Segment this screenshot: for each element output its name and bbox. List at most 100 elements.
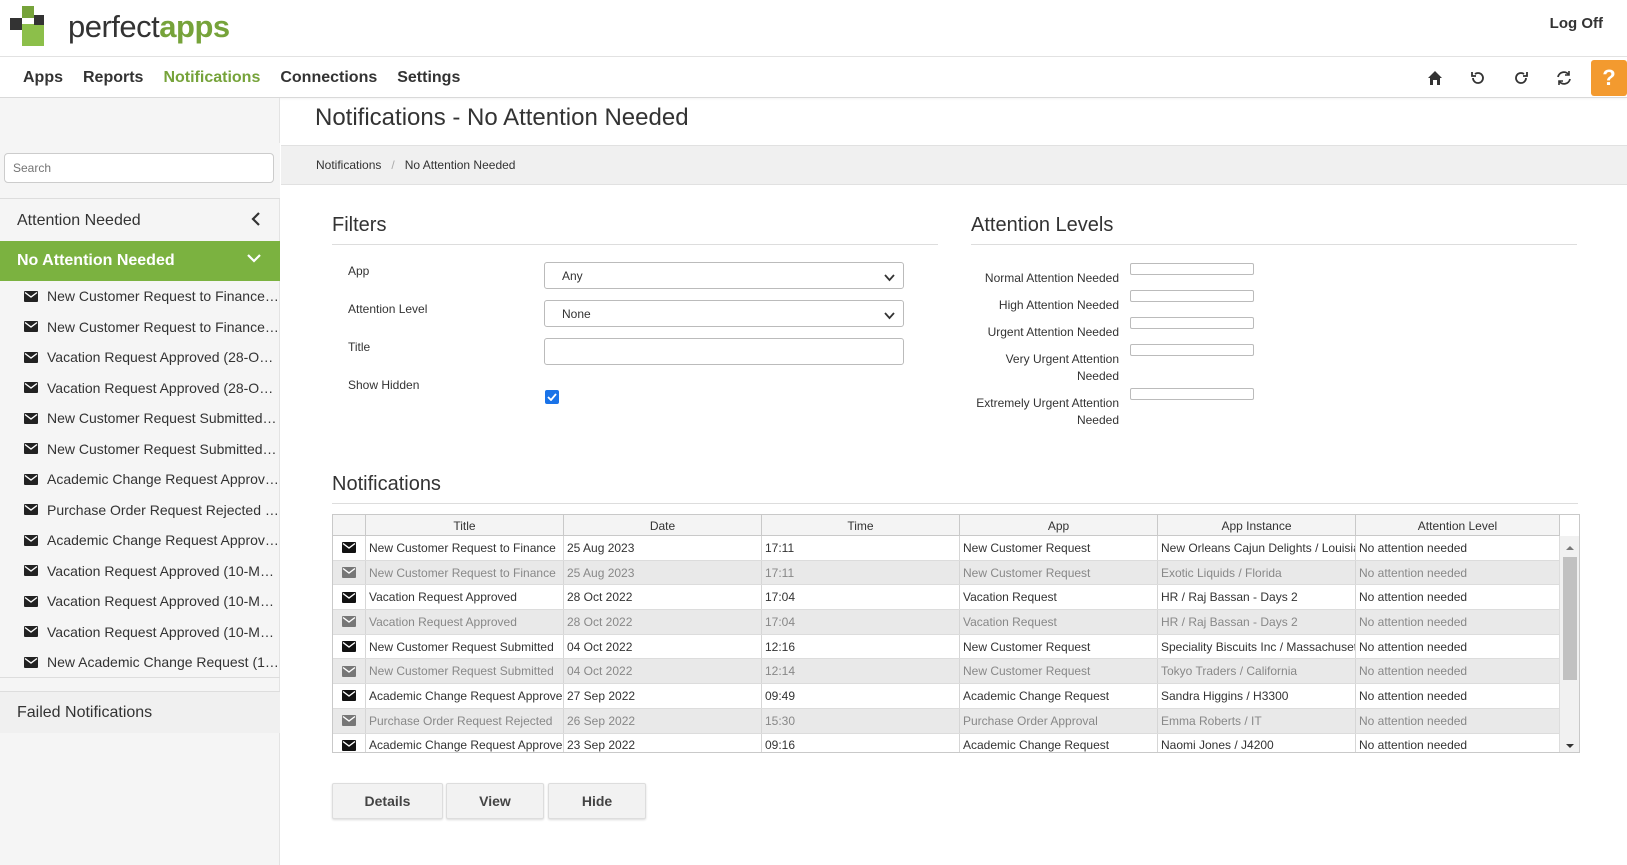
home-icon[interactable]: [1413, 57, 1456, 98]
sidebar-notification-item[interactable]: Vacation Request Approved (10-May-2022): [0, 586, 280, 617]
breadcrumb-separator: /: [391, 158, 395, 172]
column-header[interactable]: App Instance: [1158, 515, 1356, 536]
column-header[interactable]: Title: [366, 515, 564, 536]
cell-instance: Tokyo Traders / California: [1158, 659, 1356, 684]
cell-instance: Exotic Liquids / Florida: [1158, 560, 1356, 585]
table-row[interactable]: Vacation Request Approved 28 Oct 2022 17:0…: [333, 585, 1560, 611]
breadcrumb-current: No Attention Needed: [404, 158, 516, 172]
sidebar-notification-item[interactable]: Vacation Request Approved (28-Oct-2022 1…: [0, 373, 280, 404]
show-hidden-label: Show Hidden: [348, 378, 420, 392]
nav-notifications[interactable]: Notifications: [153, 69, 270, 87]
sidebar-notification-item[interactable]: Academic Change Request Approved (23-Sep…: [0, 525, 280, 556]
cell-title: Purchase Order Request Rejected: [366, 708, 564, 733]
cell-app: Academic Change Request: [960, 684, 1158, 708]
attention-level-label: Normal Attention Needed: [984, 271, 1119, 285]
table-row[interactable]: New Customer Request to Finance 25 Aug 20…: [333, 536, 1560, 561]
sidebar-notification-item[interactable]: New Customer Request Submitted (4-Oct-20…: [0, 434, 280, 465]
cell-title: New Customer Request to Finance: [366, 536, 564, 560]
perfectapps-logo[interactable]: perfectapps: [10, 6, 230, 52]
sidebar-notification-item[interactable]: New Customer Request to Finance (25-Aug-…: [0, 312, 280, 343]
column-header[interactable]: Attention Level: [1356, 515, 1560, 536]
table-row[interactable]: Academic Change Request Approved 27 Sep 2…: [333, 684, 1560, 709]
attention-level-color-bar[interactable]: [1130, 263, 1254, 275]
nav-reports[interactable]: Reports: [73, 69, 153, 87]
cell-date: 28 Oct 2022: [564, 585, 762, 610]
envelope-icon: [24, 626, 38, 638]
column-header[interactable]: Date: [564, 515, 762, 536]
attention-level-label: Extremely Urgent Attention Needed: [976, 396, 1119, 427]
sidebar-notification-item[interactable]: Vacation Request Approved (10-May-2022): [0, 556, 280, 587]
title-filter-input[interactable]: [544, 338, 904, 365]
sidebar-notification-label: New Academic Change Request (15-Feb-2022…: [47, 654, 280, 671]
sidebar-notification-label: Vacation Request Approved (10-May-2022): [47, 562, 280, 579]
undo-icon[interactable]: [1456, 57, 1499, 98]
envelope-icon: [24, 443, 38, 455]
details-button[interactable]: Details: [332, 783, 443, 819]
show-hidden-checkbox[interactable]: [545, 390, 559, 404]
sidebar-notification-item[interactable]: New Customer Request to Finance (25-Aug-…: [0, 281, 280, 312]
scroll-up-arrow-icon[interactable]: [1565, 540, 1575, 550]
sidebar-no-attention-needed[interactable]: No Attention Needed: [0, 241, 280, 281]
attention-level-color-bar[interactable]: [1130, 388, 1254, 400]
sidebar-failed-notifications[interactable]: Failed Notifications: [0, 691, 280, 733]
logo-mark-icon: [10, 6, 60, 52]
sidebar-attention-needed[interactable]: Attention Needed: [0, 201, 280, 241]
table-header: Title Date Time App App Instance Attention Le…: [333, 515, 1560, 536]
column-header[interactable]: App: [960, 515, 1158, 536]
cell-title: New Customer Request Submitted: [366, 634, 564, 659]
sidebar-notification-item[interactable]: New Academic Change Request (15-Feb-2022…: [0, 647, 280, 677]
sidebar-notification-label: Vacation Request Approved (10-May-2022): [47, 593, 280, 610]
attention-level-color-bar[interactable]: [1130, 317, 1254, 329]
cell-time: 17:11: [762, 536, 960, 560]
envelope-icon: [333, 659, 366, 684]
cell-time: 12:16: [762, 634, 960, 659]
envelope-icon: [24, 382, 38, 394]
nav-connections[interactable]: Connections: [270, 69, 387, 87]
title-filter-label: Title: [348, 340, 371, 354]
table-row[interactable]: Vacation Request Approved 28 Oct 2022 17:0…: [333, 610, 1560, 635]
cell-app: Purchase Order Approval: [960, 708, 1158, 733]
cell-level: No attention needed: [1356, 536, 1560, 560]
breadcrumb-notifications[interactable]: Notifications: [316, 158, 381, 172]
attention-level-filter-select[interactable]: None: [544, 300, 904, 327]
attention-level-color-bar[interactable]: [1130, 344, 1254, 356]
help-button[interactable]: ?: [1591, 59, 1627, 96]
sidebar-notification-item[interactable]: Purchase Order Request Rejected (26-Sep-…: [0, 495, 280, 526]
breadcrumb: Notifications / No Attention Needed: [281, 145, 1627, 185]
table-scrollbar[interactable]: [1559, 536, 1579, 752]
column-header[interactable]: [333, 515, 366, 536]
table-row[interactable]: New Customer Request to Finance 25 Aug 20…: [333, 560, 1560, 586]
scrollbar-thumb[interactable]: [1563, 557, 1577, 680]
envelope-icon: [24, 504, 38, 516]
envelope-icon: [333, 585, 366, 610]
table-row[interactable]: Purchase Order Request Rejected 26 Sep 20…: [333, 708, 1560, 734]
scroll-down-arrow-icon[interactable]: [1565, 738, 1575, 748]
logo-text: perfectapps: [68, 9, 230, 44]
table-row[interactable]: Academic Change Request Approved 23 Sep 2…: [333, 733, 1560, 752]
attention-level-label: Urgent Attention Needed: [987, 325, 1119, 339]
cell-app: Academic Change Request: [960, 733, 1158, 752]
log-off-link[interactable]: Log Off: [1550, 15, 1603, 32]
sidebar-notification-label: Vacation Request Approved (10-May-2022): [47, 623, 280, 640]
cell-date: 04 Oct 2022: [564, 659, 762, 684]
nav-apps[interactable]: Apps: [13, 69, 73, 87]
table-row[interactable]: New Customer Request Submitted 04 Oct 202…: [333, 634, 1560, 660]
nav-settings[interactable]: Settings: [387, 69, 470, 87]
attention-level-color-bar[interactable]: [1130, 290, 1254, 302]
cell-date: 26 Sep 2022: [564, 708, 762, 733]
cell-title: New Customer Request to Finance: [366, 560, 564, 585]
search-input[interactable]: [4, 153, 274, 183]
refresh-icon[interactable]: [1542, 57, 1585, 98]
cell-title: Academic Change Request Approved: [366, 733, 564, 752]
table-row[interactable]: New Customer Request Submitted 04 Oct 202…: [333, 659, 1560, 685]
cell-app: New Customer Request: [960, 536, 1158, 560]
hide-button[interactable]: Hide: [548, 783, 646, 819]
sidebar-notification-item[interactable]: New Customer Request Submitted (4-Oct-20…: [0, 403, 280, 434]
redo-icon[interactable]: [1499, 57, 1542, 98]
view-button[interactable]: View: [446, 783, 544, 819]
column-header[interactable]: Time: [762, 515, 960, 536]
app-filter-select[interactable]: Any: [544, 262, 904, 289]
sidebar-notification-item[interactable]: Vacation Request Approved (10-May-2022): [0, 617, 280, 648]
sidebar-notification-item[interactable]: Academic Change Request Approved (27-Sep…: [0, 464, 280, 495]
sidebar-notification-item[interactable]: Vacation Request Approved (28-Oct-2022 1…: [0, 342, 280, 373]
